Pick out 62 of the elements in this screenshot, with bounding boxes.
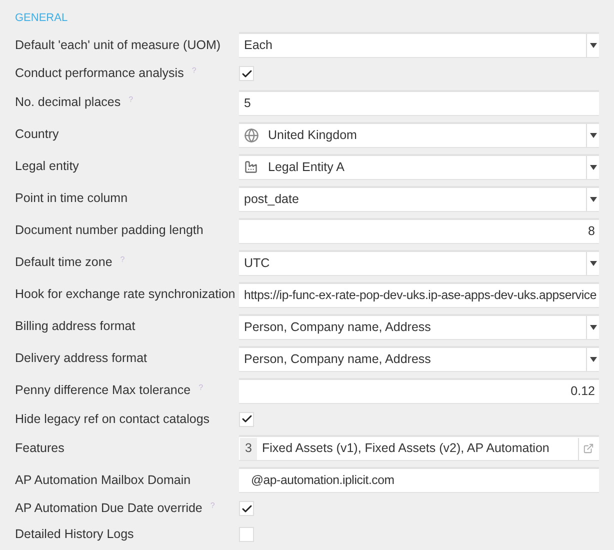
features-value: Fixed Assets (v1), Fixed Assets (v2), AP Automation (262, 440, 550, 458)
caret-icon (590, 324, 596, 330)
field-label: Delivery address format (15, 351, 147, 366)
field-label: Legal entity (15, 159, 79, 174)
field-label: No. decimal places (15, 95, 121, 110)
field-label: Default 'each' unit of measure (UOM) (15, 38, 221, 52)
select-field[interactable]: Person, Company name, Address (239, 346, 599, 372)
select-value: Legal Entity A (268, 158, 344, 176)
dropdown-button[interactable] (586, 156, 599, 178)
dropdown-button[interactable] (586, 188, 599, 210)
caret-icon (590, 164, 596, 170)
field-label: Document number padding length (15, 223, 204, 238)
caret-icon (590, 260, 596, 266)
external-link-icon (583, 443, 594, 454)
select-value: Person, Company name, Address (244, 318, 431, 336)
field-label: Detailed History Logs (15, 526, 134, 542)
building-icon (244, 160, 258, 174)
check-icon (240, 68, 252, 80)
select-field[interactable]: post_date (239, 186, 599, 212)
dropdown-button[interactable] (586, 252, 599, 274)
checkbox[interactable] (239, 412, 254, 427)
field-label: Penny difference Max tolerance (15, 383, 191, 398)
select-field[interactable]: Legal Entity A (239, 154, 599, 180)
dropdown-button[interactable] (586, 348, 599, 370)
field-label: Features (15, 440, 64, 456)
select-value: Person, Company name, Address (244, 350, 431, 368)
field-label: Hook for exchange rate synchronization (15, 287, 236, 302)
field-label: AP Automation Due Date override (15, 501, 202, 516)
dropdown-button[interactable] (586, 34, 599, 57)
checkbox[interactable] (239, 526, 254, 542)
number-field[interactable]: 8 (239, 218, 599, 244)
dropdown-button[interactable] (586, 316, 599, 338)
select-value: Each (244, 37, 272, 54)
checkbox[interactable] (239, 66, 254, 82)
field-label: Country (15, 127, 59, 142)
field-label: AP Automation Mailbox Domain (15, 472, 191, 488)
caret-icon (590, 132, 596, 138)
field-label: Hide legacy ref on contact catalogs (15, 412, 210, 427)
field-label: Conduct performance analysis (15, 66, 184, 82)
select-value: UTC (244, 254, 270, 272)
count-badge: 3 (240, 438, 257, 460)
field-label: Default time zone (15, 255, 112, 270)
select-value: post_date (244, 190, 299, 208)
check-icon (240, 502, 252, 515)
input-field[interactable]: https://ip-func-ex-rate-pop-dev-uks.ip-ase-apps-dev-uks.appservice (239, 282, 599, 308)
field-label: Point in time column (15, 191, 128, 206)
select-field[interactable]: Each (239, 32, 599, 58)
select-field[interactable]: UTC (239, 250, 599, 276)
section-title: GENERAL (15, 11, 69, 26)
checkbox[interactable] (239, 501, 254, 516)
dropdown-button[interactable] (586, 124, 599, 146)
caret-icon (590, 356, 596, 362)
input-field[interactable]: 5 (239, 90, 599, 116)
select-field[interactable]: United Kingdom (239, 122, 599, 148)
input-field[interactable]: @ap-automation.iplicit.com (239, 467, 599, 493)
caret-icon (590, 43, 596, 48)
caret-icon (590, 196, 596, 202)
select-field[interactable]: Person, Company name, Address (239, 314, 599, 340)
select-value: United Kingdom (268, 126, 357, 144)
number-field[interactable]: 0.12 (239, 378, 599, 404)
field-label: Billing address format (15, 319, 136, 334)
globe-icon (244, 128, 259, 142)
